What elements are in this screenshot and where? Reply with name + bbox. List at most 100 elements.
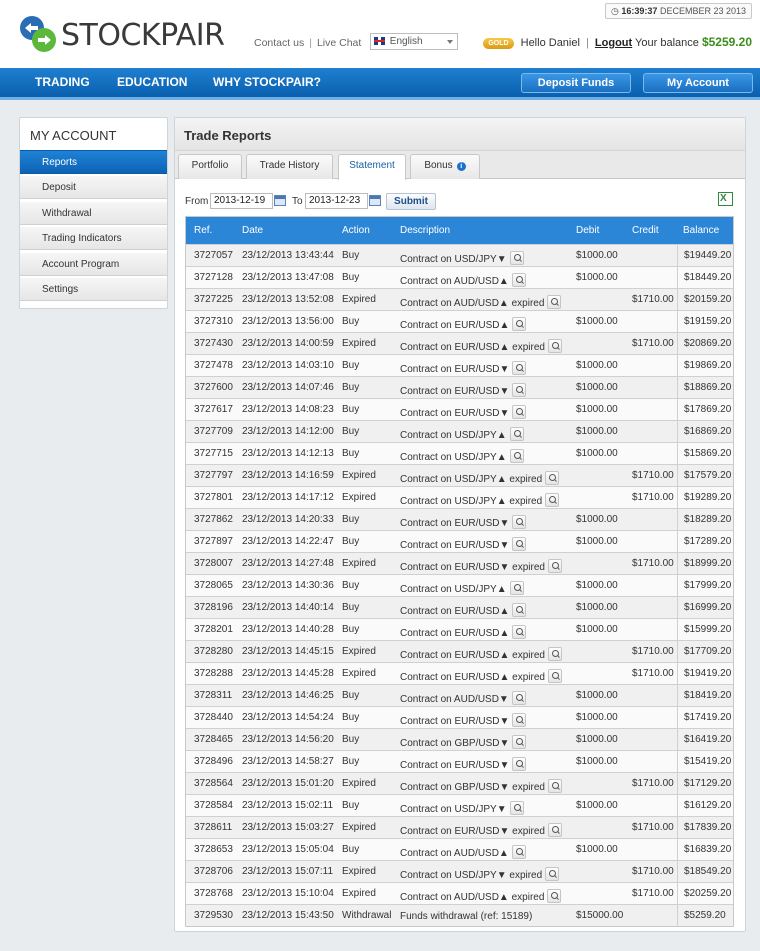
magnifier-icon[interactable] [545, 867, 560, 881]
sidebar-item-withdrawal[interactable]: Withdrawal [20, 201, 167, 225]
trade-reports-panel: Trade Reports Portfolio Trade History St… [174, 117, 746, 932]
magnifier-icon[interactable] [512, 361, 527, 375]
row-action: Expired [342, 888, 376, 899]
greeting: Hello Daniel [520, 37, 580, 49]
row-description: Contract on EUR/USD▼ [400, 713, 527, 727]
magnifier-icon[interactable] [512, 515, 527, 529]
table-row: 3728196 23/12/2013 14:40:14 Buy Contract on… [186, 596, 733, 618]
row-debit: $1000.00 [576, 404, 618, 415]
panel-header: Trade Reports [175, 118, 745, 151]
row-balance: $16839.20 [677, 839, 733, 860]
sidebar-item-reports[interactable]: Reports [20, 150, 167, 174]
row-credit: $1710.00 [632, 866, 674, 877]
magnifier-icon[interactable] [511, 845, 526, 859]
tab-portfolio[interactable]: Portfolio [178, 154, 242, 179]
row-action: Expired [342, 558, 376, 569]
magnifier-icon[interactable] [547, 779, 562, 793]
tab-bonus[interactable]: Bonus i [410, 154, 480, 179]
logout-link[interactable]: Logout [595, 37, 632, 49]
row-description-text: Contract on EUR/USD▼ [400, 540, 510, 551]
my-account-button[interactable]: My Account [643, 73, 753, 93]
row-description-text: Contract on USD/JPY▼ expired [400, 870, 543, 881]
row-description: Contract on USD/JPY▲ expired [400, 493, 560, 507]
sidebar-item-deposit[interactable]: Deposit [20, 175, 167, 199]
magnifier-icon[interactable] [511, 691, 526, 705]
row-balance: $19869.20 [677, 355, 733, 376]
magnifier-icon[interactable] [545, 471, 560, 485]
magnifier-icon[interactable] [547, 295, 562, 309]
uk-flag-icon [374, 37, 385, 45]
row-balance: $15999.20 [677, 619, 733, 640]
magnifier-icon[interactable] [547, 647, 562, 661]
magnifier-icon[interactable] [512, 735, 527, 749]
col-credit: Credit [632, 225, 659, 236]
magnifier-icon[interactable] [547, 823, 562, 837]
info-icon: i [456, 162, 466, 171]
magnifier-icon[interactable] [547, 339, 562, 353]
magnifier-icon[interactable] [509, 427, 524, 441]
sidebar-item-trading-indicators[interactable]: Trading Indicators [20, 226, 167, 250]
row-ref: 3727478 [194, 360, 233, 371]
row-balance: $5259.20 [677, 905, 733, 926]
to-date-input[interactable]: 2013-12-23 [305, 193, 368, 209]
magnifier-icon[interactable] [545, 493, 560, 507]
magnifier-icon[interactable] [509, 801, 524, 815]
row-debit: $1000.00 [576, 712, 618, 723]
row-description-text: Contract on GBP/USD▼ expired [400, 782, 545, 793]
row-date: 23/12/2013 14:20:33 [242, 514, 334, 525]
row-action: Buy [342, 690, 360, 701]
row-description-text: Contract on EUR/USD▼ [400, 386, 510, 397]
row-balance: $15419.20 [677, 751, 733, 772]
row-action: Buy [342, 712, 360, 723]
stockpair-logo[interactable]: STOCKPAIR [18, 14, 225, 54]
magnifier-icon[interactable] [512, 537, 527, 551]
tab-trade-history[interactable]: Trade History [246, 154, 333, 179]
row-ref: 3727310 [194, 316, 233, 327]
table-row: 3727715 23/12/2013 14:12:13 Buy Contract on… [186, 442, 733, 464]
submit-button[interactable]: Submit [386, 193, 436, 210]
row-description: Funds withdrawal (ref: 15189) [400, 911, 532, 922]
magnifier-icon[interactable] [511, 273, 526, 287]
gold-badge: GOLD [483, 38, 514, 49]
nav-trading[interactable]: TRADING [35, 68, 90, 97]
magnifier-icon[interactable] [509, 581, 524, 595]
magnifier-icon[interactable] [512, 625, 527, 639]
from-date-input[interactable]: 2013-12-19 [210, 193, 273, 209]
row-balance: $15869.20 [677, 443, 733, 464]
row-date: 23/12/2013 14:56:20 [242, 734, 334, 745]
magnifier-icon[interactable] [509, 449, 524, 463]
row-date: 23/12/2013 13:52:08 [242, 294, 334, 305]
row-action: Buy [342, 272, 360, 283]
sidebar-item-account-program[interactable]: Account Program [20, 252, 167, 276]
row-balance: $17419.20 [677, 707, 733, 728]
row-description-text: Contract on AUD/USD▲ expired [400, 298, 545, 309]
magnifier-icon[interactable] [509, 251, 524, 265]
magnifier-icon[interactable] [512, 383, 527, 397]
deposit-funds-button[interactable]: Deposit Funds [521, 73, 631, 93]
magnifier-icon[interactable] [547, 559, 562, 573]
row-ref: 3728440 [194, 712, 233, 723]
nav-why-stockpair[interactable]: WHY STOCKPAIR? [213, 68, 321, 97]
magnifier-icon[interactable] [512, 603, 527, 617]
sidebar-item-settings[interactable]: Settings [20, 277, 167, 301]
magnifier-icon[interactable] [547, 889, 562, 903]
tab-statement[interactable]: Statement [338, 154, 406, 180]
link-separator: | [309, 37, 312, 49]
calendar-icon[interactable] [274, 195, 286, 206]
magnifier-icon[interactable] [512, 405, 527, 419]
tab-bonus-label: Bonus [424, 160, 453, 171]
row-credit: $1710.00 [632, 470, 674, 481]
excel-export-icon[interactable] [718, 192, 733, 206]
magnifier-icon[interactable] [512, 713, 527, 727]
calendar-icon[interactable] [369, 195, 381, 206]
language-select[interactable]: English [370, 33, 458, 50]
contact-us-link[interactable]: Contact us [254, 37, 304, 49]
row-ref: 3728065 [194, 580, 233, 591]
row-debit: $1000.00 [576, 536, 618, 547]
magnifier-icon[interactable] [512, 317, 527, 331]
nav-education[interactable]: EDUCATION [117, 68, 187, 97]
magnifier-icon[interactable] [547, 669, 562, 683]
live-chat-link[interactable]: Live Chat [317, 37, 361, 49]
row-balance: $18549.20 [677, 861, 733, 882]
magnifier-icon[interactable] [512, 757, 527, 771]
